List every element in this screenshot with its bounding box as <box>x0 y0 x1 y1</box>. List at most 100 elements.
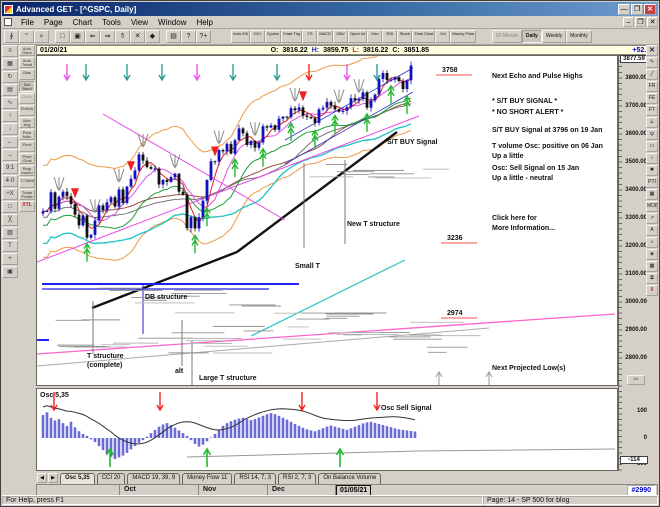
study-button-rsi[interactable]: RSI <box>382 30 398 43</box>
trend-line[interactable] <box>284 91 414 165</box>
sidebar-item-xtl[interactable]: XTL <box>19 201 35 212</box>
new-chart-icon[interactable]: □ <box>55 30 70 43</box>
tab-money-flow-11[interactable]: Money Flow 11 <box>182 473 233 484</box>
open-chart-icon[interactable]: ▣ <box>70 30 85 43</box>
child-window-icon[interactable] <box>4 18 12 26</box>
upload-icon[interactable]: ⇑ <box>115 30 130 43</box>
study-button-obv[interactable]: OBV <box>333 30 349 43</box>
oscillator-panel[interactable]: Osc 5,35 Osc Sell Signal <box>36 388 618 471</box>
tw-icon[interactable]: T <box>2 240 18 252</box>
study-button-osc[interactable]: Osc <box>367 30 383 43</box>
trendline-icon[interactable]: ╱ <box>646 69 658 80</box>
export-icon[interactable]: ⇒ <box>100 30 115 43</box>
levels-icon[interactable]: 4·0 <box>2 175 18 187</box>
sidebar-item-delta[interactable]: Delta <box>19 93 35 104</box>
help-icon[interactable]: ? <box>181 30 196 43</box>
mob-icon[interactable]: MOB <box>646 201 658 212</box>
abc-waves-icon[interactable]: ▦ <box>2 58 18 70</box>
copy-icon[interactable]: ⧉ <box>646 273 658 284</box>
search-icon[interactable]: ⌕ <box>34 30 49 43</box>
study-button-macd[interactable]: MACD <box>317 30 334 43</box>
zoom-icon[interactable]: ⌕ <box>646 237 658 248</box>
mdi-close-button[interactable]: ✕ <box>647 17 658 27</box>
profit-reset-icon[interactable]: ↻ <box>2 71 18 83</box>
print-icon[interactable]: ▤ <box>166 30 181 43</box>
study-button-auto-elli[interactable]: Auto Elli <box>231 30 250 43</box>
tab-rsi-14-7-3[interactable]: RSI 14, 7, 3 <box>234 473 276 484</box>
chart-wizard-icon[interactable]: ◆ <box>145 30 160 43</box>
menu-chart[interactable]: Chart <box>68 17 98 28</box>
study-button-chart-trig[interactable]: Chart Trig <box>280 30 303 43</box>
maximize-button[interactable]: ❐ <box>631 3 643 15</box>
divide-icon[interactable]: ÷X <box>2 188 18 200</box>
menu-tools[interactable]: Tools <box>97 17 126 28</box>
timeframe-button-monthly[interactable]: Monthly <box>566 30 592 43</box>
study-button-vol[interactable]: Vol <box>435 30 451 43</box>
trend-line[interactable] <box>236 131 398 253</box>
trend-line[interactable] <box>37 313 616 355</box>
rectangle-icon[interactable]: ▭ <box>646 141 658 152</box>
quote-icon[interactable]: " <box>19 30 34 43</box>
mdi-minimize-button[interactable]: ‒ <box>623 17 634 27</box>
study-button-time-clust[interactable]: Time Clust <box>412 30 436 43</box>
sidebar-item-tj-web[interactable]: TJ Web <box>19 177 35 188</box>
trend-line[interactable] <box>37 115 420 263</box>
menu-view[interactable]: View <box>126 17 153 28</box>
fib-time-icon[interactable]: FT <box>646 105 658 116</box>
menu-window[interactable]: Window <box>153 17 191 28</box>
sidebar-item-regr-ession[interactable]: Regr ession <box>19 165 35 176</box>
sidebar-item-mov-avg[interactable]: Mov Avg <box>19 117 35 128</box>
pitchfork-icon[interactable]: ψ <box>646 129 658 140</box>
study-button-jti[interactable]: JTI <box>302 30 318 43</box>
study-button-oci[interactable]: OCI <box>249 30 265 43</box>
box-tool-icon[interactable]: □ <box>2 201 18 213</box>
sidebar-item-ehrlich[interactable]: Ehrlich <box>19 105 35 116</box>
sidebar-item-auto-gann[interactable]: Auto Gann <box>19 45 35 56</box>
sidebar-item-para-bolic[interactable]: Para bolic <box>19 129 35 140</box>
star-icon[interactable]: ✱ <box>646 165 658 176</box>
study-button-stoch[interactable]: Stoch <box>397 30 413 43</box>
timeframe-button-daily[interactable]: Daily <box>521 30 542 43</box>
tab-cci-20[interactable]: CCI 20 <box>96 473 126 484</box>
price-chart-panel[interactable]: S/T BUY Signal New T structure Small T DB s… <box>36 55 618 386</box>
fib-extension-icon[interactable]: FE <box>646 93 658 104</box>
menu-file[interactable]: File <box>16 17 39 28</box>
arrow-right-icon[interactable]: → <box>2 149 18 161</box>
sidebar-item-auto-trend[interactable]: Auto Trend <box>19 57 35 68</box>
sidebar-item-price-clust[interactable]: Price Clust <box>19 153 35 164</box>
send-page-icon[interactable]: ▣ <box>2 266 18 278</box>
fib-retrace-icon[interactable]: FR <box>646 81 658 92</box>
add-study-icon[interactable]: + <box>2 253 18 265</box>
tab-scroll-left[interactable]: ◀ <box>37 473 47 483</box>
tab-rsi-2-7-3[interactable]: RSI 2, 7, 3 <box>278 473 317 484</box>
import-icon[interactable]: ⇐ <box>85 30 100 43</box>
close-button[interactable]: ✕ <box>644 3 656 15</box>
tab-scroll-right[interactable]: ▶ <box>48 473 58 483</box>
matrix-icon[interactable]: ▩ <box>646 261 658 272</box>
open-layout-icon[interactable]: ≡ <box>2 45 18 57</box>
context-help-icon[interactable]: ?+ <box>196 30 211 43</box>
text-tool-icon[interactable]: A <box>646 225 658 236</box>
pti-icon[interactable]: PTI <box>646 177 658 188</box>
study-button-money-flow[interactable]: Money Flow <box>450 30 476 43</box>
arrow-up-icon[interactable]: ↑ <box>2 110 18 122</box>
ratio-icon[interactable]: 9:1 <box>2 162 18 174</box>
gann-grid-icon[interactable]: ▨ <box>2 227 18 239</box>
gann-fan-icon[interactable]: ∠ <box>646 117 658 128</box>
study-icon[interactable]: ▤ <box>2 84 18 96</box>
axis-tool-button[interactable]: ✂ <box>627 375 645 385</box>
mdi-restore-button[interactable]: ❐ <box>635 17 646 27</box>
sidebar-item-bol-band[interactable]: Bol Band <box>19 81 35 92</box>
palette-icon[interactable]: ◈ <box>646 249 658 260</box>
close-icon[interactable]: ✕ <box>646 45 658 56</box>
tab-on-balance-volume[interactable]: On Balance Volume <box>318 473 382 484</box>
study-button-cycles[interactable]: Cycles <box>264 30 281 43</box>
sidebar-item-bias[interactable]: Bias <box>19 69 35 80</box>
lines-tool-icon[interactable]: ╳ <box>2 214 18 226</box>
minimize-button[interactable]: — <box>618 3 630 15</box>
trend-line[interactable] <box>250 259 406 337</box>
timeframe-button-weekly[interactable]: Weekly <box>541 30 567 43</box>
menu-page[interactable]: Page <box>39 17 68 28</box>
regression-icon[interactable]: ↗ <box>646 213 658 224</box>
menu-help[interactable]: Help <box>191 17 217 28</box>
